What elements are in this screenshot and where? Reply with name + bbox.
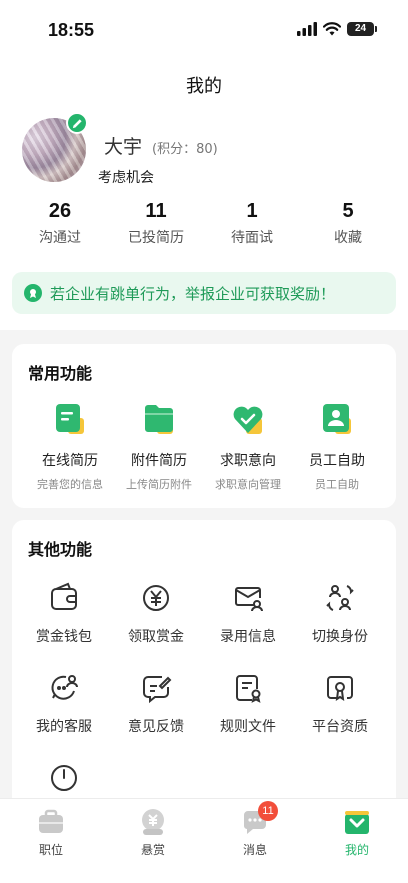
func-label: 意见反馈 xyxy=(128,719,184,735)
func-label: 附件简历 xyxy=(131,453,187,469)
platform-qualification-icon xyxy=(320,668,360,708)
stat-label: 待面试 xyxy=(231,230,273,246)
stat-label: 收藏 xyxy=(334,230,362,246)
bottom-tab-bar: 职位 悬赏 11 消息 我的 xyxy=(0,798,408,883)
func-sub: 上传简历附件 xyxy=(126,478,192,491)
wifi-icon xyxy=(323,22,341,36)
online-resume-button[interactable]: 在线简历 完善您的信息 xyxy=(22,400,118,492)
other-functions-title: 其他功能 xyxy=(28,540,93,559)
tab-label: 消息 xyxy=(242,843,267,857)
job-intention-icon xyxy=(228,400,268,440)
briefcase-icon xyxy=(36,807,66,837)
status-bar: 18:55 24 xyxy=(0,0,408,60)
stats-row: 26 沟通过 11 已投简历 1 待面试 5 收藏 xyxy=(0,200,408,250)
report-reward-banner[interactable]: 若企业有跳单行为，举报企业可获取奖励！ xyxy=(12,272,396,314)
reward-medal-icon xyxy=(24,284,42,302)
tab-label: 职位 xyxy=(38,843,63,857)
func-label: 员工自助 xyxy=(309,453,365,469)
message-icon: 11 xyxy=(240,801,278,837)
func-label: 领取赏金 xyxy=(128,629,184,645)
stat-value: 5 xyxy=(342,200,354,222)
logout-button[interactable] xyxy=(16,758,112,798)
common-functions-card: 常用功能 在线简历 完善您的信息 附件简历 上传简历附件 求职意向 求职意向管理… xyxy=(12,344,396,508)
switch-identity-button[interactable]: 切换身份 xyxy=(292,578,388,646)
attachment-resume-button[interactable]: 附件简历 上传简历附件 xyxy=(111,400,207,492)
platform-qualification-button[interactable]: 平台资质 xyxy=(292,668,388,736)
battery-icon: 24 xyxy=(347,22,377,36)
status-icons: 24 xyxy=(297,22,377,36)
stat-value: 26 xyxy=(48,200,72,222)
func-label: 我的客服 xyxy=(36,719,92,735)
other-functions-card: 其他功能 赏金钱包 领取赏金 录用信息 切换身份 我的客服 意见反馈 规则文件 … xyxy=(12,520,396,820)
power-icon xyxy=(44,758,84,798)
func-sub: 员工自助 xyxy=(315,478,359,491)
banner-text: 若企业有跳单行为，举报企业可获取奖励！ xyxy=(50,284,336,303)
feedback-icon xyxy=(136,668,176,708)
tab-label: 我的 xyxy=(344,843,369,857)
func-label: 规则文件 xyxy=(220,719,276,735)
func-sub: 求职意向管理 xyxy=(215,478,281,491)
reward-icon xyxy=(138,807,168,837)
wallet-icon xyxy=(44,578,84,618)
stat-resumes-sent[interactable]: 11 已投简历 xyxy=(116,200,196,247)
job-intention-button[interactable]: 求职意向 求职意向管理 xyxy=(200,400,296,492)
customer-service-button[interactable]: 我的客服 xyxy=(16,668,112,736)
bounty-wallet-button[interactable]: 赏金钱包 xyxy=(16,578,112,646)
edit-profile-button[interactable] xyxy=(66,112,88,134)
online-resume-icon xyxy=(50,400,90,440)
func-label: 求职意向 xyxy=(220,453,276,469)
user-name: 大宇 xyxy=(104,136,143,158)
attachment-resume-icon xyxy=(139,400,179,440)
stat-label: 沟通过 xyxy=(39,230,81,246)
stat-favorites[interactable]: 5 收藏 xyxy=(308,200,388,247)
offer-mail-icon xyxy=(228,578,268,618)
employee-self-service-icon xyxy=(317,400,357,440)
stat-pending-interview[interactable]: 1 待面试 xyxy=(212,200,292,247)
feedback-button[interactable]: 意见反馈 xyxy=(108,668,204,736)
profile-icon xyxy=(342,807,372,837)
func-label: 赏金钱包 xyxy=(36,629,92,645)
rules-document-icon xyxy=(228,668,268,708)
status-time: 18:55 xyxy=(48,20,95,40)
yuan-coin-icon xyxy=(136,578,176,618)
func-label: 录用信息 xyxy=(220,629,276,645)
pencil-icon xyxy=(72,118,82,128)
tab-label: 悬赏 xyxy=(140,843,165,857)
func-label: 平台资质 xyxy=(312,719,368,735)
medal-glyph-icon xyxy=(30,289,36,298)
job-seeking-status[interactable]: 考虑机会 xyxy=(98,167,154,187)
cellular-signal-icon xyxy=(297,22,317,36)
rules-documents-button[interactable]: 规则文件 xyxy=(200,668,296,736)
switch-identity-icon xyxy=(320,578,360,618)
stat-communicated[interactable]: 26 沟通过 xyxy=(20,200,100,247)
unread-message-badge: 11 xyxy=(258,801,278,821)
user-points: (积分：80) xyxy=(152,142,218,157)
tab-mine[interactable]: 我的 xyxy=(306,807,408,858)
customer-service-icon xyxy=(44,668,84,708)
stat-label: 已投简历 xyxy=(128,230,184,246)
offer-info-button[interactable]: 录用信息 xyxy=(200,578,296,646)
tab-jobs[interactable]: 职位 xyxy=(0,807,102,858)
page-title: 我的 xyxy=(186,76,222,97)
employee-self-service-button[interactable]: 员工自助 员工自助 xyxy=(289,400,385,492)
func-label: 切换身份 xyxy=(312,629,368,645)
tab-reward[interactable]: 悬赏 xyxy=(102,807,204,858)
common-functions-title: 常用功能 xyxy=(28,364,93,383)
stat-value: 11 xyxy=(145,200,167,222)
func-label: 在线简历 xyxy=(42,453,98,469)
func-sub: 完善您的信息 xyxy=(37,478,103,491)
stat-value: 1 xyxy=(246,200,258,222)
tab-messages[interactable]: 11 消息 xyxy=(204,801,306,858)
claim-bounty-button[interactable]: 领取赏金 xyxy=(108,578,204,646)
